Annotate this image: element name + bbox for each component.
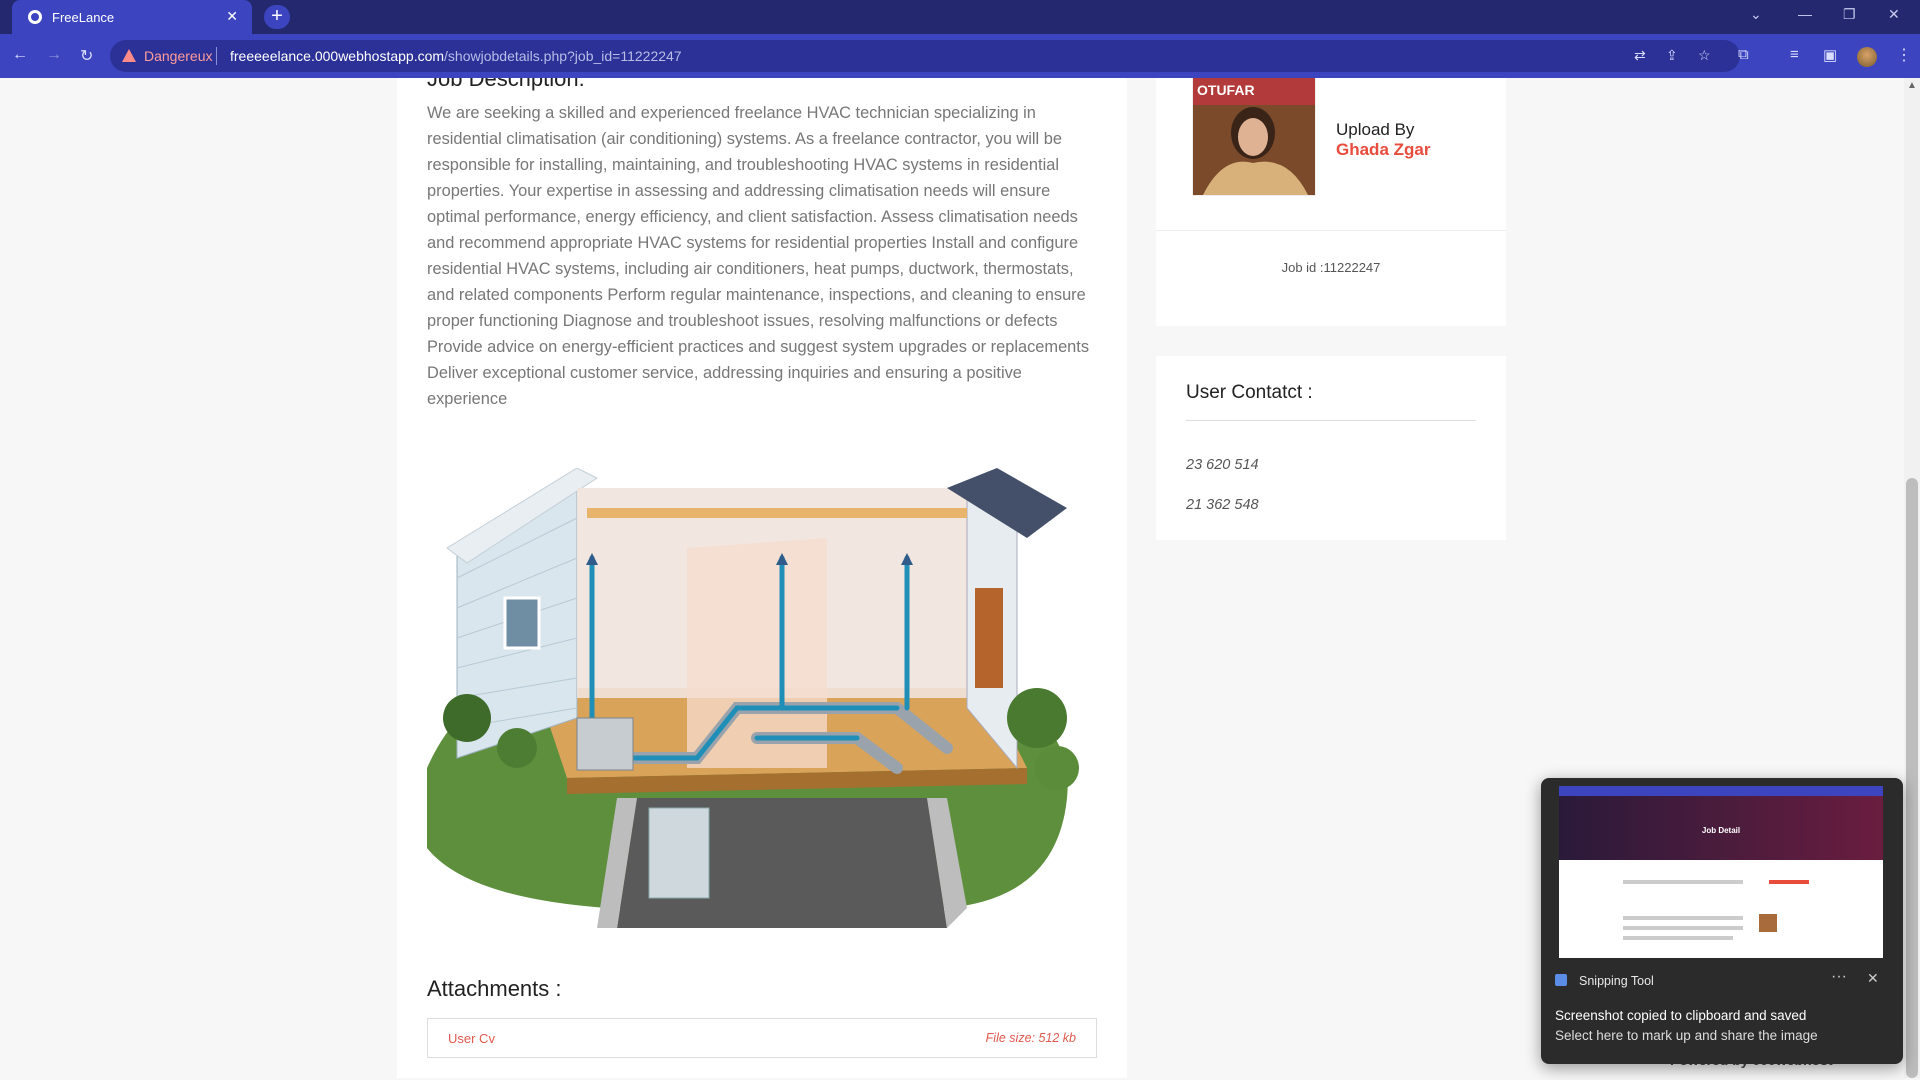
browser-menu-icon[interactable]: ⋮: [1896, 45, 1912, 65]
new-tab-button[interactable]: +: [264, 5, 290, 29]
uploader-photo: OTUFAR: [1192, 78, 1316, 196]
uploader-card: OTUFAR Upload By Ghada Zgar Job id :1122…: [1156, 78, 1506, 326]
preview-text-line: [1623, 916, 1743, 920]
forward-arrow-icon[interactable]: →: [46, 46, 62, 64]
job-details-card: Job Description: We are seeking a skille…: [397, 78, 1127, 1078]
attachment-file-size: File size: 512 kb: [985, 1031, 1076, 1045]
warning-icon: [122, 49, 136, 62]
tab-title: FreeLance: [52, 9, 115, 25]
preview-button: [1769, 880, 1809, 884]
restore-icon[interactable]: ❐: [1843, 6, 1856, 23]
close-window-icon[interactable]: ✕: [1888, 6, 1900, 23]
media-control-icon[interactable]: ≡: [1790, 46, 1799, 63]
reload-icon[interactable]: ↻: [80, 46, 93, 66]
snipping-tool-icon: [1555, 974, 1567, 986]
back-arrow-icon[interactable]: ←: [12, 46, 28, 64]
screenshot-preview[interactable]: Job Detail: [1559, 786, 1883, 958]
browser-title-bar: FreeLance ✕ + ⌄ — ❐ ✕: [0, 0, 1920, 34]
url-text[interactable]: freeeeelance.000webhostapp.com/showjobde…: [230, 48, 682, 64]
preview-text-line: [1623, 880, 1743, 884]
url-separator: [216, 47, 217, 65]
attachment-link-user-cv[interactable]: User Cv: [448, 1031, 495, 1046]
preview-title: Job Detail: [1701, 826, 1741, 835]
profile-avatar[interactable]: [1857, 47, 1877, 67]
uploader-photo-image: OTUFAR: [1193, 78, 1315, 195]
job-description-text: We are seeking a skilled and experienced…: [427, 104, 1090, 408]
preview-browser-bar: [1559, 786, 1883, 796]
job-description-heading: Job Description:: [427, 78, 585, 91]
toast-hint: Select here to mark up and share the ima…: [1555, 1028, 1818, 1043]
contact-phone-1: 23 620 514: [1186, 457, 1259, 473]
toast-close-icon[interactable]: ✕: [1867, 970, 1879, 987]
more-options-icon[interactable]: ···: [1831, 968, 1847, 986]
url-host: freeeeelance.000webhostapp.com: [230, 48, 445, 64]
url-path: /showjobdetails.php?job_id=11222247: [444, 48, 682, 64]
attachments-heading: Attachments :: [427, 976, 562, 1001]
hvac-house-illustration: [427, 468, 1079, 928]
upload-by-label: Upload By: [1336, 120, 1415, 139]
attachment-row[interactable]: User Cv File size: 512 kb: [427, 1018, 1097, 1058]
preview-text-line: [1623, 936, 1733, 940]
contact-divider: [1186, 420, 1476, 421]
snipping-tool-notification[interactable]: Job Detail Snipping Tool ··· ✕ Screensho…: [1541, 778, 1903, 1064]
security-status[interactable]: Dangereux: [144, 48, 213, 64]
browser-tab-freelance[interactable]: FreeLance ✕: [12, 0, 252, 34]
address-bar[interactable]: Dangereux freeeeelance.000webhostapp.com…: [110, 40, 1740, 72]
card-divider: [1156, 230, 1506, 231]
tab-close-icon[interactable]: ✕: [226, 8, 238, 25]
uploader-photo-sign-text: OTUFAR: [1197, 82, 1255, 98]
bookmark-star-icon[interactable]: ☆: [1698, 47, 1711, 64]
browser-toolbar: ← → ↻ Dangereux freeeeelance.000webhosta…: [0, 34, 1920, 78]
side-panel-icon[interactable]: ▣: [1823, 46, 1837, 64]
scroll-up-arrow-icon[interactable]: ▲: [1904, 80, 1920, 91]
share-icon[interactable]: ⇪: [1666, 47, 1678, 64]
user-contact-heading: User Contatct :: [1186, 382, 1313, 403]
extensions-puzzle-icon[interactable]: ⧉: [1738, 46, 1749, 63]
toast-app-name: Snipping Tool: [1579, 974, 1654, 988]
job-id-text: Job id :11222247: [1281, 260, 1381, 275]
contact-phone-2: 21 362 548: [1186, 497, 1259, 513]
minimize-icon[interactable]: —: [1798, 6, 1812, 22]
preview-photo: [1759, 914, 1777, 932]
scrollbar-thumb[interactable]: [1906, 478, 1918, 1078]
translate-icon[interactable]: ⇄: [1634, 47, 1646, 64]
uploader-name[interactable]: Ghada Zgar: [1336, 140, 1430, 160]
user-contact-card: User Contatct : 23 620 514 21 362 548: [1156, 356, 1506, 540]
tab-search-chevron-icon[interactable]: ⌄: [1750, 6, 1762, 23]
toast-message: Screenshot copied to clipboard and saved: [1555, 1008, 1807, 1023]
preview-text-line: [1623, 926, 1743, 930]
globe-icon: [28, 10, 42, 24]
